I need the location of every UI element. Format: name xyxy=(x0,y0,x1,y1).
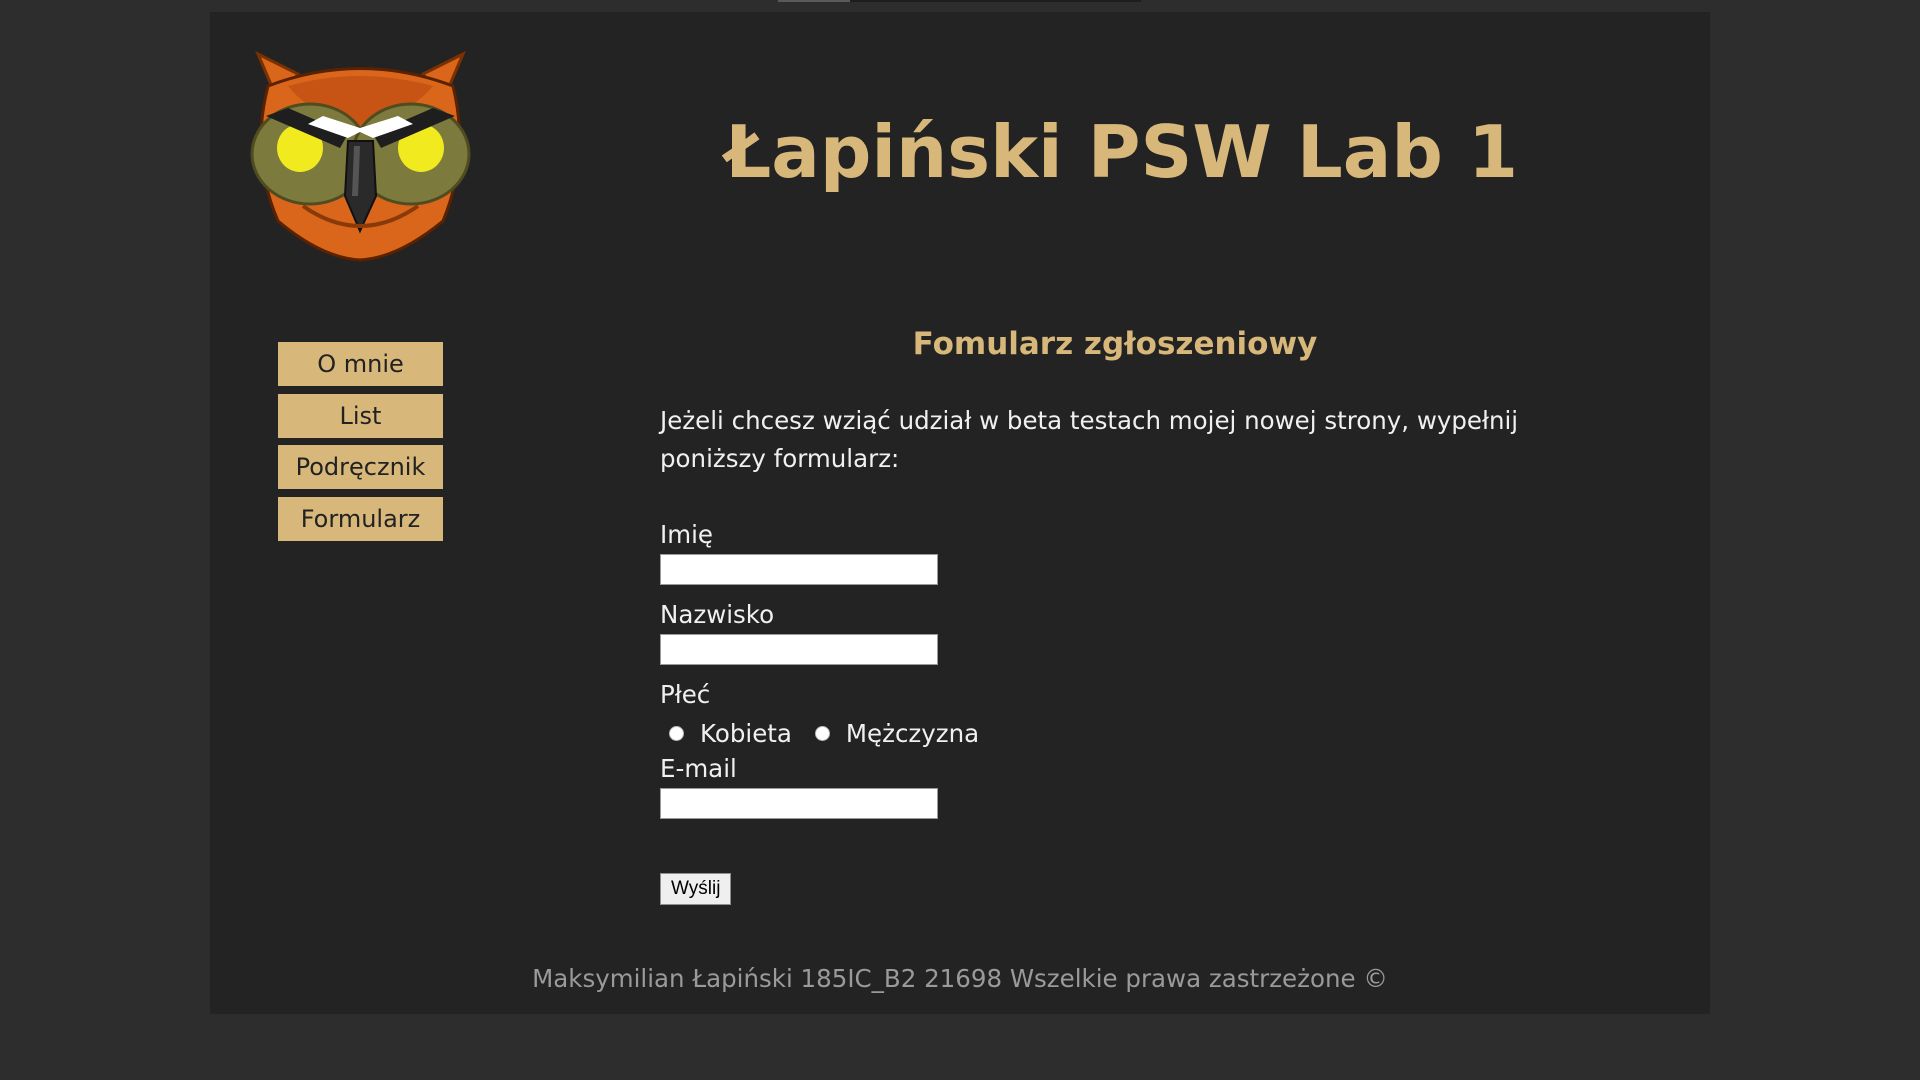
top-strip-segment xyxy=(778,0,850,2)
form-title: Fomularz zgłoszeniowy xyxy=(912,326,1318,362)
gender-radio-female[interactable] xyxy=(669,725,684,741)
gender-option-female-label: Kobieta xyxy=(700,718,792,748)
form-intro: Jeżeli chcesz wziąć udział w beta testac… xyxy=(660,406,1519,473)
gender-label: Płeć xyxy=(660,680,711,709)
site-title: Łapiński PSW Lab 1 xyxy=(725,110,1519,194)
gender-option-male-label: Mężczyzna xyxy=(845,718,980,748)
last-name-field[interactable] xyxy=(660,634,938,665)
nav-item-o-mnie[interactable]: O mnie xyxy=(278,342,443,386)
gender-radio-group: Kobieta Mężczyzna xyxy=(660,716,1540,750)
side-nav: O mnie List Podręcznik Formularz xyxy=(278,342,443,548)
last-name-label: Nazwisko xyxy=(660,600,775,629)
first-name-field[interactable] xyxy=(660,554,938,585)
footer-copyright: Maksymilian Łapiński 185IC_B2 21698 Wsze… xyxy=(532,964,1388,993)
first-name-label: Imię xyxy=(660,520,713,549)
email-label: E-mail xyxy=(660,754,737,783)
browser-top-strip xyxy=(778,0,1141,2)
registration-form: Imię Nazwisko Płeć Kobieta Mężczyzna E-m… xyxy=(660,520,1540,905)
nav-item-list[interactable]: List xyxy=(278,393,443,438)
submit-button[interactable]: Wyślij xyxy=(660,873,732,905)
main-content: Fomularz zgłoszeniowy Jeżeli chcesz wzią… xyxy=(660,322,1540,905)
owl-logo-icon xyxy=(250,50,471,262)
email-field[interactable] xyxy=(660,788,938,819)
page-container: Łapiński PSW Lab 1 O mnie List Podręczni… xyxy=(210,12,1710,1014)
nav-item-formularz[interactable]: Formularz xyxy=(278,496,443,541)
gender-radio-male[interactable] xyxy=(814,725,830,741)
nav-item-podrecznik[interactable]: Podręcznik xyxy=(278,445,443,489)
